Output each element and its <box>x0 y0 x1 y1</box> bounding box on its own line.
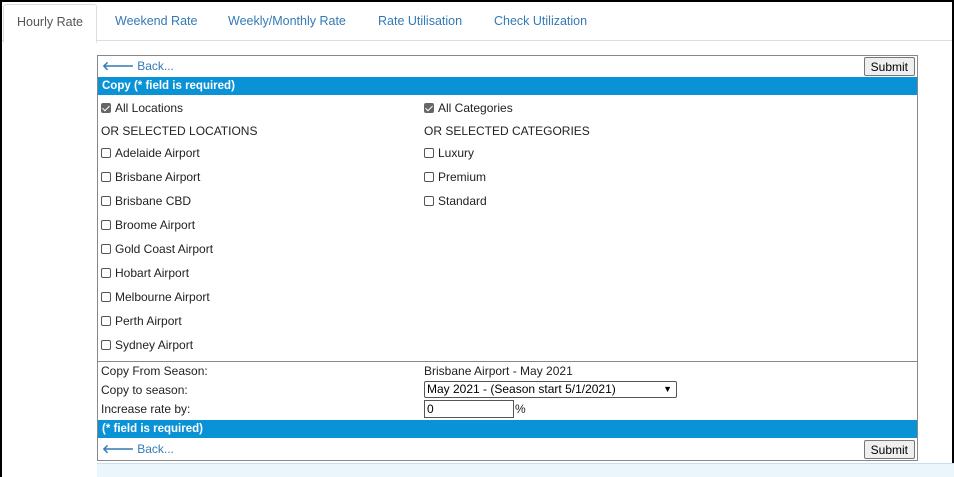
location-label: Adelaide Airport <box>115 146 200 160</box>
increase-rate-label: Increase rate by: <box>101 402 191 416</box>
category-checkbox[interactable]: Premium <box>424 170 486 184</box>
checkbox-icon <box>101 148 111 158</box>
copy-rate-panel: 🡐 Back... Submit Copy (* field is require… <box>97 55 918 461</box>
divider <box>98 361 917 362</box>
selected-locations-heading: OR SELECTED LOCATIONS <box>101 124 258 138</box>
back-link[interactable]: 🡐 Back... <box>102 58 174 73</box>
back-label: Back... <box>137 59 174 73</box>
location-checkbox[interactable]: Broome Airport <box>101 218 195 232</box>
percent-sign: % <box>515 402 526 416</box>
all-locations-label: All Locations <box>115 101 184 115</box>
location-label: Melbourne Airport <box>115 290 210 304</box>
category-label: Standard <box>438 194 487 208</box>
location-checkbox[interactable]: Hobart Airport <box>101 266 189 280</box>
copy-to-season-select[interactable]: May 2021 - (Season start 5/1/2021) ▼ <box>424 381 677 398</box>
required-footer-bar: (* field is required) <box>98 420 917 438</box>
checkbox-icon <box>424 196 434 206</box>
location-checkbox[interactable]: Adelaide Airport <box>101 146 200 160</box>
back-label: Back... <box>137 442 174 456</box>
tab-hourly-rate[interactable]: Hourly Rate <box>3 4 97 43</box>
checkbox-icon <box>101 196 111 206</box>
submit-button-bottom[interactable]: Submit <box>863 440 915 459</box>
location-checkbox[interactable]: Brisbane CBD <box>101 194 191 208</box>
required-header-bar: Copy (* field is required) <box>98 77 917 95</box>
checkbox-icon <box>101 220 111 230</box>
arrow-left-icon: 🡐 <box>102 442 135 456</box>
submit-button-top[interactable]: Submit <box>863 57 915 76</box>
checkbox-checked-icon <box>424 103 434 113</box>
location-label: Perth Airport <box>115 314 182 328</box>
tab-rate-utilisation[interactable]: Rate Utilisation <box>378 4 462 42</box>
checkbox-icon <box>101 316 111 326</box>
location-checkbox[interactable]: Perth Airport <box>101 314 182 328</box>
arrow-left-icon: 🡐 <box>102 59 135 73</box>
category-checkbox[interactable]: Standard <box>424 194 487 208</box>
checkbox-icon <box>101 244 111 254</box>
back-link-bottom[interactable]: 🡐 Back... <box>102 441 174 456</box>
copy-to-season-value: May 2021 - (Season start 5/1/2021) <box>427 382 616 396</box>
tab-check-utilization[interactable]: Check Utilization <box>494 4 587 42</box>
all-categories-checkbox[interactable]: All Categories <box>424 101 513 115</box>
bottom-strip <box>97 463 954 477</box>
category-label: Premium <box>438 170 487 184</box>
category-checkbox[interactable]: Luxury <box>424 146 474 160</box>
copy-from-value: Brisbane Airport - May 2021 <box>424 364 573 378</box>
checkbox-icon <box>101 268 111 278</box>
checkbox-icon <box>101 340 111 350</box>
selected-categories-heading: OR SELECTED CATEGORIES <box>424 124 590 138</box>
copy-to-label: Copy to season: <box>101 383 188 397</box>
location-label: Hobart Airport <box>115 266 190 280</box>
tab-weekly-monthly-rate[interactable]: Weekly/Monthly Rate <box>228 4 346 42</box>
checkbox-icon <box>424 148 434 158</box>
checkbox-icon <box>424 172 434 182</box>
checkbox-icon <box>101 292 111 302</box>
location-label: Brisbane CBD <box>115 194 192 208</box>
location-label: Gold Coast Airport <box>115 242 214 256</box>
checkbox-checked-icon <box>101 103 111 113</box>
tab-weekend-rate[interactable]: Weekend Rate <box>115 4 197 42</box>
location-label: Broome Airport <box>115 218 196 232</box>
copy-from-label: Copy From Season: <box>101 364 208 378</box>
all-categories-label: All Categories <box>438 101 513 115</box>
location-checkbox[interactable]: Brisbane Airport <box>101 170 200 184</box>
location-checkbox[interactable]: Sydney Airport <box>101 338 193 352</box>
location-label: Brisbane Airport <box>115 170 201 184</box>
tab-bar: Hourly Rate Weekend Rate Weekly/Monthly … <box>2 2 952 43</box>
all-locations-checkbox[interactable]: All Locations <box>101 101 183 115</box>
location-checkbox[interactable]: Gold Coast Airport <box>101 242 213 256</box>
increase-rate-input[interactable]: 0 <box>424 400 514 418</box>
chevron-down-icon: ▼ <box>663 384 672 394</box>
location-checkbox[interactable]: Melbourne Airport <box>101 290 210 304</box>
location-label: Sydney Airport <box>115 338 194 352</box>
checkbox-icon <box>101 172 111 182</box>
category-label: Luxury <box>438 146 475 160</box>
